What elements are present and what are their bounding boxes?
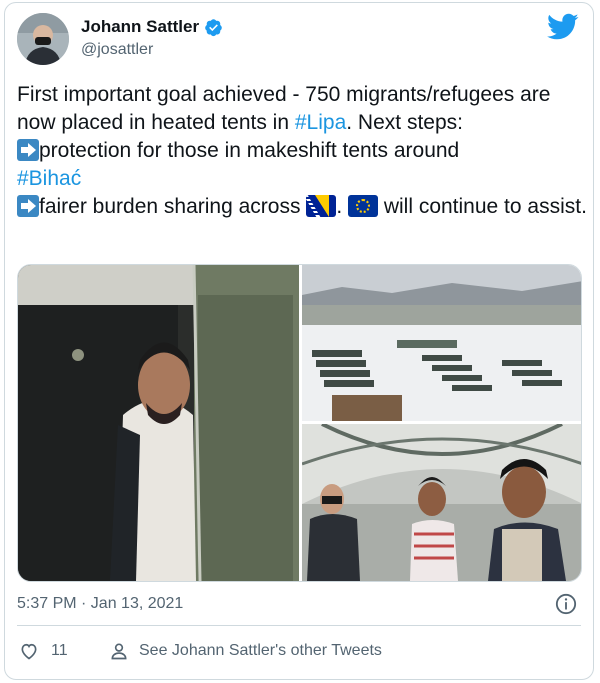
photo-aerial-camp[interactable] [302, 265, 581, 421]
other-tweets-link[interactable]: See Johann Sattler's other Tweets [109, 641, 382, 661]
avatar[interactable] [17, 13, 69, 65]
media-grid [17, 264, 582, 582]
photo-inside-tent[interactable] [302, 424, 581, 581]
tweet-line-1: First important goal achieved - 750 migr… [17, 83, 551, 134]
arrow-right-emoji [17, 195, 39, 217]
european-union-flag-emoji [347, 195, 378, 217]
verified-badge-icon [205, 18, 222, 36]
divider [17, 625, 581, 626]
tweet-step-2: fairer burden sharing across [39, 195, 307, 218]
photo-man-in-tent[interactable] [18, 265, 299, 581]
person-icon [111, 643, 127, 660]
other-tweets-label: See Johann Sattler's other Tweets [139, 642, 382, 659]
tweet-timestamp[interactable]: 5:37 PM · Jan 13, 2021 [17, 595, 183, 613]
tweet-step-2-mid: . [336, 195, 348, 218]
tweet-step-1: protection for those in makeshift tents … [39, 139, 460, 162]
twitter-bird-icon[interactable] [547, 13, 579, 41]
info-icon[interactable] [555, 593, 577, 615]
hashtag-bihac[interactable]: #Bihać [17, 167, 81, 190]
arrow-right-emoji [17, 139, 39, 161]
hashtag-lipa[interactable]: #Lipa [295, 111, 346, 134]
bosnia-herzegovina-flag-emoji [306, 195, 337, 217]
tweet-step-2-end: will continue to assist. [377, 195, 587, 218]
like-count: 11 [51, 642, 68, 659]
author-handle[interactable]: @josattler [81, 41, 153, 59]
author-name-text: Johann Sattler [81, 17, 200, 36]
heart-icon [21, 643, 37, 660]
like-button[interactable]: 11 [19, 641, 68, 661]
tweet-card: Johann Sattler @josattler First importan… [4, 2, 594, 680]
author-name[interactable]: Johann Sattler [81, 17, 223, 37]
tweet-text: First important goal achieved - 750 migr… [17, 81, 587, 221]
tweet-line-1-end: . Next steps: [346, 111, 463, 134]
